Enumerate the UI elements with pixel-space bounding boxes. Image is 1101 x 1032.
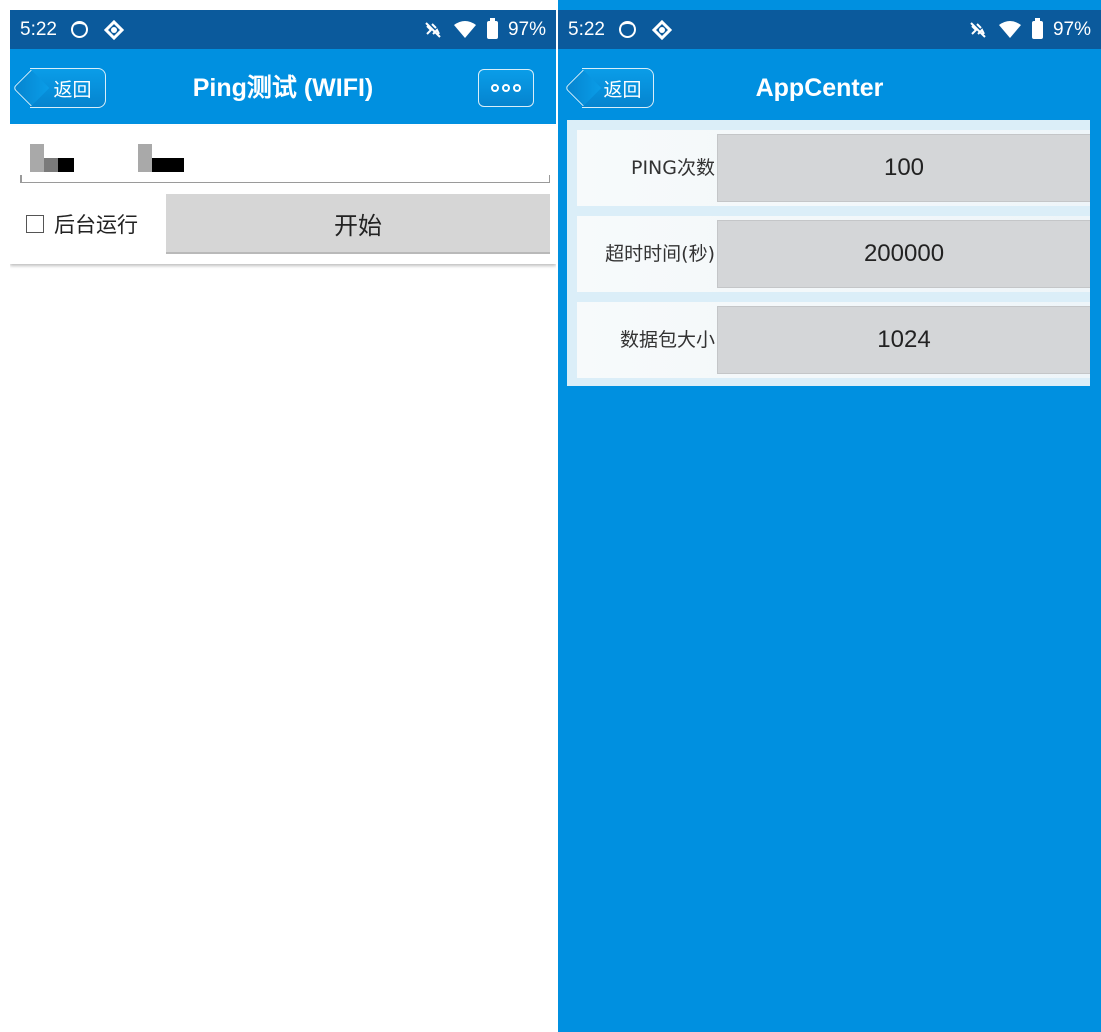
- sync-icon: [651, 19, 672, 40]
- background-run-checkbox[interactable]: [26, 215, 44, 233]
- setting-row-ping-count: PING次数 100: [577, 130, 1090, 206]
- battery-percent: 97%: [507, 18, 546, 40]
- ping-control-card: 后台运行 开始: [10, 126, 556, 264]
- redacted-text: [44, 158, 58, 172]
- notification-circle-icon: [618, 21, 636, 38]
- background-run-label: 后台运行: [54, 213, 138, 237]
- packet-size-input[interactable]: 1024: [717, 306, 1090, 374]
- status-time: 5:22: [20, 18, 57, 40]
- packet-size-label: 数据包大小: [619, 329, 715, 351]
- sync-icon: [103, 19, 124, 40]
- ping-settings-panel: PING次数 100 超时时间(秒) 200000 数据包大小 1024: [567, 120, 1090, 386]
- timeout-input[interactable]: 200000: [717, 220, 1090, 288]
- redacted-text: [58, 158, 74, 172]
- ping-count-label: PING次数: [631, 157, 715, 179]
- vibrate-off-icon: [425, 21, 441, 38]
- redacted-text: [138, 144, 152, 172]
- title-bar: 返回 AppCenter: [558, 49, 1101, 124]
- redacted-text: [152, 158, 184, 172]
- setting-row-packet-size: 数据包大小 1024: [577, 302, 1090, 378]
- appcenter-screen: 5:22 97% 返回 AppCenter PING次数 100 超时时间(秒)…: [558, 0, 1101, 1032]
- more-dot-icon: [513, 84, 521, 92]
- start-button[interactable]: 开始: [166, 194, 550, 254]
- wifi-icon: [998, 20, 1021, 38]
- more-dot-icon: [491, 84, 499, 92]
- title-bar: 返回 Ping测试 (WIFI): [10, 49, 556, 124]
- back-button-label: 返回: [603, 78, 642, 101]
- notification-circle-icon: [70, 21, 88, 38]
- ping-count-input[interactable]: 100: [717, 134, 1090, 202]
- battery-icon: [486, 17, 498, 39]
- status-time: 5:22: [568, 18, 605, 40]
- status-bar: 5:22 97%: [558, 10, 1101, 49]
- ping-test-screen: 5:22 97% 返回 Ping测试 (WIFI) 后台运行 开始: [10, 0, 556, 1032]
- background-run-option[interactable]: 后台运行: [26, 194, 138, 254]
- wifi-icon: [453, 20, 476, 38]
- status-bar: 5:22 97%: [10, 10, 556, 49]
- redacted-text: [30, 144, 44, 172]
- more-options-button[interactable]: [478, 69, 534, 107]
- more-dot-icon: [502, 84, 510, 92]
- setting-row-timeout: 超时时间(秒) 200000: [577, 216, 1090, 292]
- battery-percent: 97%: [1052, 18, 1091, 40]
- battery-icon: [1031, 17, 1043, 39]
- host-input[interactable]: [20, 140, 550, 183]
- back-button-label: 返回: [53, 78, 92, 101]
- page-title: Ping测试 (WIFI): [192, 74, 374, 102]
- timeout-label: 超时时间(秒): [605, 243, 715, 265]
- vibrate-off-icon: [970, 21, 986, 38]
